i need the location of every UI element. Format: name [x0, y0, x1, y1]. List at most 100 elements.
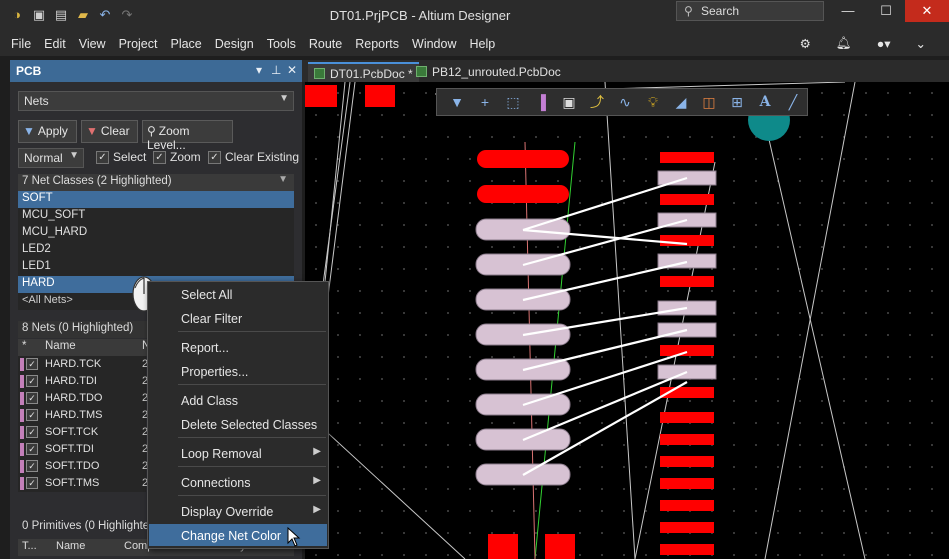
select-rect-icon[interactable]: ⬚	[499, 94, 527, 111]
mouse-cursor-icon	[287, 526, 301, 550]
clear-filter-icon: ▼	[86, 124, 98, 138]
class-row[interactable]: MCU_SOFT	[18, 208, 294, 225]
tab-dt01[interactable]: DT01.PcbDoc *	[308, 62, 419, 82]
menu-item-label: Loop Removal	[181, 447, 262, 461]
col-name[interactable]: Name	[45, 340, 76, 352]
right-pad-column	[657, 152, 717, 555]
class-row[interactable]: SOFT	[18, 191, 294, 208]
check-icon[interactable]: ✓	[26, 460, 38, 472]
col-type[interactable]: T...	[22, 540, 37, 552]
menu-separator	[178, 466, 326, 467]
maximize-button[interactable]: ☐	[866, 0, 906, 22]
net-row[interactable]: ✓ HARD.TCK 2	[18, 356, 148, 373]
menu-separator	[178, 495, 326, 496]
dimension-icon[interactable]: ⊞	[723, 94, 751, 111]
menu-item-properties[interactable]: Properties...	[149, 360, 327, 382]
col-flag[interactable]: *	[22, 340, 26, 352]
net-row[interactable]: ✓ SOFT.TDI 2	[18, 441, 148, 458]
net-row[interactable]: ✓ SOFT.TDO 2	[18, 458, 148, 475]
menu-item-clear-filter[interactable]: Clear Filter	[149, 307, 327, 329]
col-name[interactable]: Name	[56, 540, 85, 552]
check-icon[interactable]: ✓	[26, 392, 38, 404]
search-input[interactable]: ⚲ Search	[676, 1, 824, 21]
menu-item-label: Properties...	[181, 365, 249, 379]
close-window-button[interactable]: ✕	[905, 0, 949, 22]
polygon-icon[interactable]: ◢	[667, 94, 695, 111]
check-icon: ✓	[153, 150, 166, 164]
diff-pair-icon[interactable]: ∿	[611, 94, 639, 111]
menu-item-select-all[interactable]: Select All	[149, 283, 327, 305]
close-panel-icon[interactable]: ✕	[287, 63, 297, 77]
menu-view[interactable]: View	[79, 37, 106, 51]
route-icon[interactable]: ⤴	[583, 92, 611, 112]
check-icon[interactable]: ✓	[26, 358, 38, 370]
check-icon[interactable]: ✓	[26, 426, 38, 438]
menu-tools[interactable]: Tools	[267, 37, 296, 51]
menu-place[interactable]: Place	[170, 37, 201, 51]
menu-item-label: Delete Selected Classes	[181, 418, 318, 432]
pcb-doc-icon	[314, 68, 325, 79]
net-color-swatch	[20, 477, 24, 490]
menu-item-label: Connections	[181, 476, 251, 490]
menu-item-delete-classes[interactable]: Delete Selected Classes	[149, 413, 327, 435]
check-icon[interactable]: ✓	[26, 375, 38, 387]
class-row[interactable]: LED2	[18, 242, 294, 259]
menu-window[interactable]: Window	[412, 37, 456, 51]
clear-existing-checkbox[interactable]: ✓ Clear Existing	[208, 150, 299, 164]
net-row[interactable]: ✓ HARD.TDO 2	[18, 390, 148, 407]
zoom-level-button[interactable]: ⚲ Zoom Level...	[142, 120, 233, 152]
minimize-button[interactable]: —	[828, 0, 868, 22]
align-icon[interactable]: ▐	[527, 94, 555, 110]
check-icon[interactable]: ✓	[26, 409, 38, 421]
menu-item-loop-removal[interactable]: Loop Removal ▶	[149, 442, 327, 464]
net-color-swatch	[20, 443, 24, 456]
apply-button[interactable]: ▼ Apply	[18, 120, 77, 143]
check-icon[interactable]: ✓	[26, 477, 38, 489]
menu-reports[interactable]: Reports	[355, 37, 399, 51]
active-bar: ▼ + ⬚ ▐ ▣ ⤴ ∿ 💡︎ ◢ ◫ ⊞ A ╱	[436, 88, 808, 116]
crosshair-icon[interactable]: +	[471, 94, 499, 110]
net-row[interactable]: ✓ HARD.TDI 2	[18, 373, 148, 390]
select-label: Select	[113, 150, 147, 164]
menu-separator	[178, 384, 326, 385]
user-icon[interactable]: ●▾	[877, 36, 891, 51]
menu-item-connections[interactable]: Connections ▶	[149, 471, 327, 493]
bulb-icon[interactable]: 💡︎	[639, 94, 667, 111]
left-pad-column	[475, 150, 571, 486]
check-icon[interactable]: ✓	[26, 443, 38, 455]
red-trace	[524, 141, 536, 559]
panel-menu-icon[interactable]: ▾	[256, 63, 262, 77]
menu-item-display-override[interactable]: Display Override ▶	[149, 500, 327, 522]
bell-icon[interactable]: 🔔︎	[836, 36, 852, 51]
net-row[interactable]: ✓ SOFT.TCK 2	[18, 424, 148, 441]
component-icon[interactable]: ▣	[555, 94, 583, 111]
line-icon[interactable]: ╱	[779, 94, 807, 111]
chevron-down-icon: ▼	[69, 150, 79, 161]
menu-help[interactable]: Help	[469, 37, 495, 51]
gear-icon[interactable]: ⚙	[800, 36, 811, 51]
select-checkbox[interactable]: ✓ Select	[96, 150, 146, 164]
menu-item-report[interactable]: Report...	[149, 336, 327, 358]
pin-icon[interactable]: ⊥	[271, 63, 281, 77]
keepout-icon[interactable]: ◫	[695, 94, 723, 111]
menu-file[interactable]: File	[11, 37, 31, 51]
highlight-mode-value: Normal	[24, 151, 63, 165]
class-row[interactable]: MCU_HARD	[18, 225, 294, 242]
menu-item-add-class[interactable]: Add Class	[149, 389, 327, 411]
panel-mode-select[interactable]: Nets ▼	[18, 91, 294, 111]
highlight-mode-select[interactable]: Normal ▼	[18, 148, 84, 168]
tab-pb12[interactable]: PB12_unrouted.PcbDoc	[410, 62, 567, 82]
clear-button[interactable]: ▼ Clear	[81, 120, 138, 143]
menu-route[interactable]: Route	[309, 37, 342, 51]
filter-icon[interactable]: ▼	[443, 94, 471, 110]
net-row[interactable]: ✓ SOFT.TMS 2	[18, 475, 148, 492]
net-row[interactable]: ✓ HARD.TMS 2	[18, 407, 148, 424]
more-icon[interactable]: ⌄	[916, 36, 926, 51]
text-icon[interactable]: A	[751, 94, 779, 110]
pcb-canvas[interactable]	[305, 82, 949, 559]
menu-edit[interactable]: Edit	[44, 37, 66, 51]
zoom-checkbox[interactable]: ✓ Zoom	[153, 150, 201, 164]
menu-project[interactable]: Project	[119, 37, 158, 51]
menu-design[interactable]: Design	[215, 37, 254, 51]
menu-item-label: Clear Filter	[181, 312, 243, 326]
